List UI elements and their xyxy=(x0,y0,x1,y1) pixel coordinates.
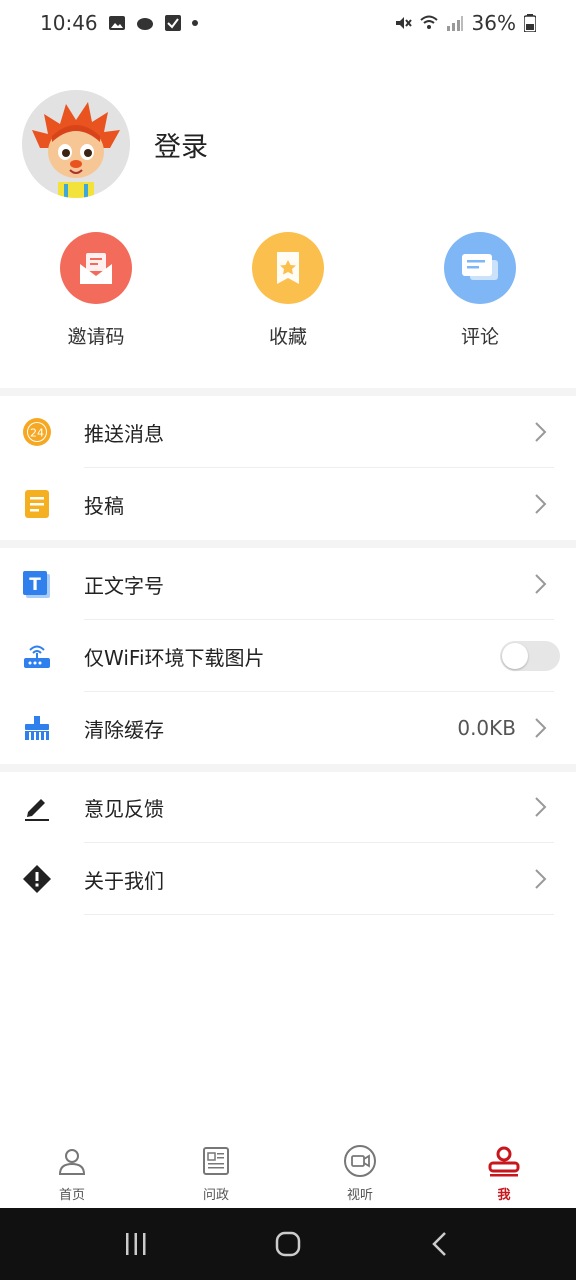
nav-home[interactable]: 首页 xyxy=(0,1136,144,1208)
chevron-right-icon xyxy=(535,422,547,442)
user-profile-icon xyxy=(487,1144,521,1178)
menu-feedback[interactable]: 意见反馈 xyxy=(0,771,576,843)
comment-bubbles-icon xyxy=(444,232,516,304)
battery-icon xyxy=(524,14,536,32)
menu-font-size[interactable]: T 正文字号 xyxy=(0,548,576,620)
bookmark-star-icon xyxy=(252,232,324,304)
push-badge-text: 24 xyxy=(30,427,44,440)
nav-me-label: 我 xyxy=(497,1188,511,1203)
checkbox-icon xyxy=(164,15,181,31)
quick-favorites[interactable]: 收藏 xyxy=(192,232,384,349)
quick-invite-code[interactable]: 邀请码 xyxy=(0,232,192,349)
home-button[interactable] xyxy=(268,1224,308,1264)
font-size-icon: T xyxy=(22,569,52,599)
nav-video-label: 视听 xyxy=(346,1188,373,1203)
menu-clear-cache[interactable]: 清除缓存 0.0KB xyxy=(0,692,576,764)
battery-percent: 36% xyxy=(471,11,516,35)
menu-about-label: 关于我们 xyxy=(84,868,164,893)
bottom-nav: 首页 问政 视听 我 xyxy=(0,1136,576,1208)
menu-wifi-images: 仅WiFi环境下载图片 xyxy=(0,620,576,692)
wifi-images-toggle[interactable] xyxy=(500,641,560,671)
nav-wenzheng-label: 问政 xyxy=(202,1188,229,1203)
pencil-icon xyxy=(22,792,52,822)
toggle-knob xyxy=(502,643,528,669)
nav-me[interactable]: 我 xyxy=(432,1136,576,1208)
menu-about[interactable]: 关于我们 xyxy=(0,843,576,915)
mute-icon xyxy=(395,17,412,29)
row-separator xyxy=(84,914,554,915)
wifi-icon xyxy=(419,15,438,29)
invite-mail-icon xyxy=(60,232,132,304)
video-camera-icon xyxy=(343,1144,377,1178)
chevron-right-icon xyxy=(535,797,547,817)
login-label[interactable]: 登录 xyxy=(154,125,208,164)
mascot-avatar-icon xyxy=(22,90,130,198)
recents-button[interactable] xyxy=(116,1224,156,1264)
avatar[interactable] xyxy=(22,90,130,198)
back-button[interactable] xyxy=(420,1224,460,1264)
quick-actions: 邀请码 收藏 评论 xyxy=(0,232,576,349)
nav-video[interactable]: 视听 xyxy=(288,1136,432,1208)
menu-submit[interactable]: 投稿 xyxy=(0,468,576,540)
broom-icon xyxy=(22,713,52,743)
document-icon xyxy=(22,489,52,519)
section-divider xyxy=(0,388,576,396)
menu-submit-label: 投稿 xyxy=(84,493,124,518)
notification-dot xyxy=(191,20,198,26)
menu-wifi-label: 仅WiFi环境下载图片 xyxy=(84,645,265,670)
newspaper-icon xyxy=(199,1144,233,1178)
cloud-icon xyxy=(136,18,153,30)
status-time: 10:46 xyxy=(40,11,98,35)
person-icon xyxy=(55,1144,89,1178)
chevron-right-icon xyxy=(535,718,547,738)
menu-feedback-label: 意见反馈 xyxy=(84,796,164,821)
back-icon xyxy=(432,1232,446,1256)
chevron-right-icon xyxy=(535,574,547,594)
quick-comments[interactable]: 评论 xyxy=(384,232,576,349)
nav-wenzheng[interactable]: 问政 xyxy=(144,1136,288,1208)
system-nav-bar xyxy=(0,1208,576,1280)
gallery-icon xyxy=(108,16,125,30)
router-icon xyxy=(22,641,52,671)
profile-header[interactable]: 登录 xyxy=(22,90,208,198)
status-bar: 10:46 36% xyxy=(0,0,576,46)
cache-size-value: 0.0KB xyxy=(457,716,516,740)
nav-home-label: 首页 xyxy=(58,1188,85,1203)
quick-invite-label: 邀请码 xyxy=(67,326,125,348)
push-24-icon: 24 xyxy=(22,417,52,447)
section-divider xyxy=(0,540,576,548)
menu-push-label: 推送消息 xyxy=(84,421,164,446)
signal-icon xyxy=(446,16,463,31)
quick-favorites-label: 收藏 xyxy=(268,326,307,348)
menu-cache-label: 清除缓存 xyxy=(84,717,164,742)
menu-push-messages[interactable]: 24 推送消息 xyxy=(0,396,576,468)
recents-icon xyxy=(126,1233,146,1255)
chevron-right-icon xyxy=(535,869,547,889)
menu-font-size-label: 正文字号 xyxy=(84,573,164,598)
chevron-right-icon xyxy=(535,494,547,514)
font-size-letter: T xyxy=(29,575,41,595)
info-diamond-icon xyxy=(22,864,52,894)
home-icon xyxy=(275,1231,301,1257)
quick-comments-label: 评论 xyxy=(460,326,499,348)
